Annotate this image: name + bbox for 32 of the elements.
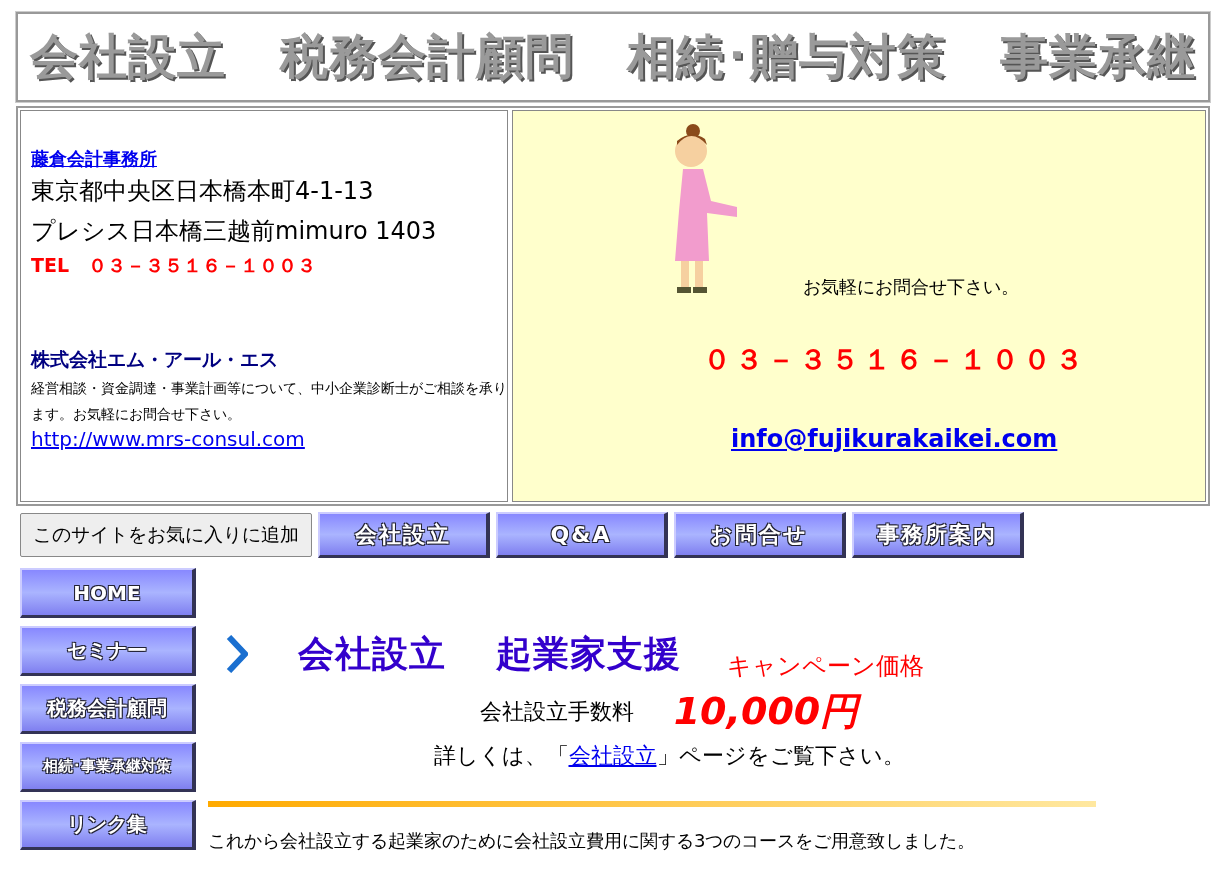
banner-title: 事業承継	[999, 27, 1196, 86]
section-heading: 起業家支援	[496, 631, 681, 676]
section-heading: 会社設立	[298, 631, 446, 676]
phone-number: TEL ０３－３５１６－１００３	[31, 253, 318, 278]
nav-button[interactable]: Q&A	[496, 512, 668, 558]
office-link[interactable]: 藤倉会計事務所	[31, 147, 507, 171]
chevron-icon	[226, 635, 248, 673]
fee-label: 会社設立手数料	[479, 697, 634, 726]
banner-title: 税務会計顧問	[279, 27, 574, 86]
intro-text: これから会社設立する起業家のために会社設立費用に関する3つのコースをご用意致しました。	[208, 829, 977, 853]
side-nav-button[interactable]: 税務会計顧問	[20, 684, 196, 734]
banner-title: 相続･贈与対策	[627, 27, 947, 86]
campaign-label: キャンペーン価格	[727, 651, 924, 682]
side-nav-button[interactable]: 相続･事業承継対策	[20, 742, 196, 792]
side-nav-button[interactable]: セミナー	[20, 626, 196, 676]
detail-text: 詳しくは、「会社設立」ページをご覧下さい。	[432, 742, 906, 770]
inquiry-message: お気軽にお問合せ下さい。	[803, 275, 1019, 299]
nav-button[interactable]: お問合せ	[674, 512, 846, 558]
side-nav-button[interactable]: HOME	[20, 568, 196, 618]
add-favorite-button[interactable]: このサイトをお気に入りに追加	[20, 513, 312, 557]
description-text: 経営相談・資金調達・事業計画等について、中小企業診断士がご相談を承ります。お気軽にお問合せ下さい。	[31, 379, 507, 424]
email-link[interactable]: info@fujikurakaikei.com	[731, 425, 1058, 453]
website-link[interactable]: http://www.mrs-consul.com	[31, 427, 507, 451]
company-setup-link[interactable]: 会社設立	[568, 743, 657, 768]
nav-button[interactable]: 事務所案内	[852, 512, 1024, 558]
side-nav-button[interactable]: リンク集	[20, 800, 196, 850]
nav-button[interactable]: 会社設立	[318, 512, 490, 558]
phone-number: ０３－３５１６－１００３	[703, 342, 1087, 378]
address-line: 東京都中央区日本橋本町4-1-13	[31, 176, 375, 207]
company-name: 株式会社エム・アール・エス	[31, 347, 279, 372]
banner-title: 会社設立	[30, 27, 226, 86]
address-line: プレシス日本橋三越前mimuro 1403	[31, 216, 438, 247]
